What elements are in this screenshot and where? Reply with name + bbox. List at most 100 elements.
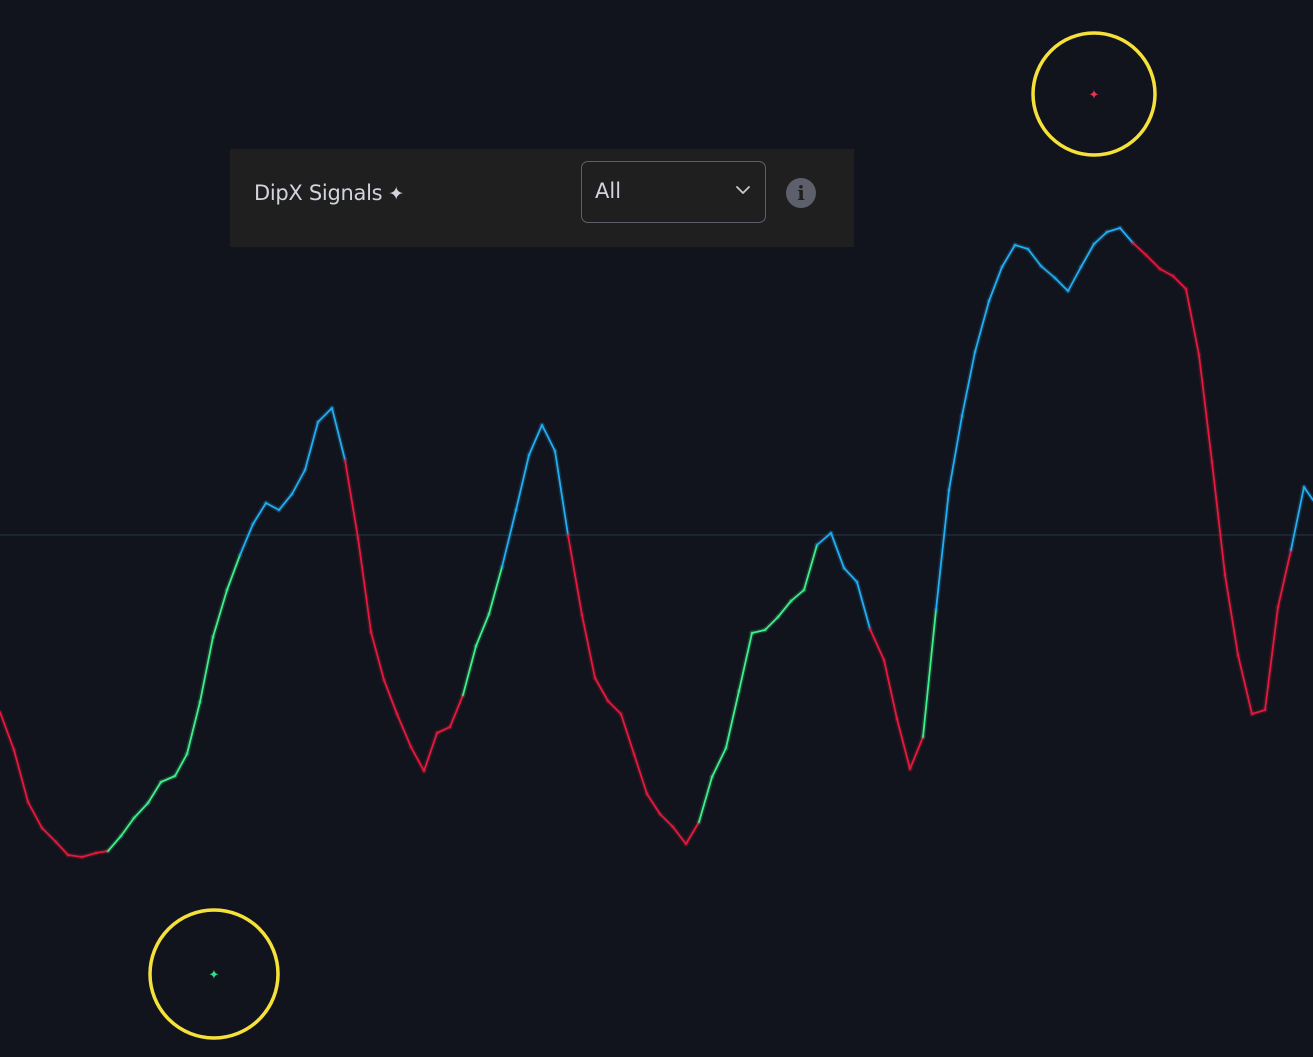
oscillator-segment	[1054, 277, 1069, 292]
oscillator-segment	[777, 600, 792, 618]
oscillator-segment	[607, 700, 622, 715]
oscillator-segment	[698, 776, 713, 823]
oscillator-segment	[107, 835, 122, 852]
oscillator-segment	[528, 424, 543, 456]
oscillator-segment	[974, 300, 990, 353]
oscillator-segment	[646, 793, 661, 815]
oscillator-segment	[1172, 275, 1187, 290]
oscillator-segment	[147, 781, 162, 804]
oscillator-segment	[1185, 288, 1200, 356]
oscillator-segment	[725, 690, 740, 749]
oscillator-segment	[1145, 254, 1161, 270]
oscillator-segment	[501, 509, 517, 568]
oscillator-segment	[357, 537, 372, 633]
oscillator-segment	[790, 589, 805, 602]
oscillator-segment	[278, 493, 293, 511]
oscillator-segment	[370, 631, 385, 681]
info-glyph: i	[797, 181, 805, 205]
oscillator-segment	[1027, 248, 1042, 267]
oscillator-segment	[13, 749, 29, 803]
oscillator-segment	[896, 718, 911, 770]
oscillator-segment	[988, 266, 1003, 302]
oscillator-segment	[1224, 574, 1239, 656]
oscillator-segment	[1277, 549, 1292, 608]
oscillator-segment	[41, 827, 57, 843]
oscillator-segment	[830, 532, 845, 569]
oscillator-segment	[304, 421, 319, 471]
oscillator-segment	[1237, 654, 1253, 715]
signals-filter-dropdown[interactable]: All	[581, 161, 766, 223]
oscillator-segment	[672, 826, 687, 845]
oscillator-segment	[199, 636, 214, 703]
indicator-label: DipX Signals ✦	[254, 181, 404, 205]
oscillator-segment	[922, 609, 937, 738]
oscillator-segment	[291, 469, 306, 495]
oscillator-segment	[449, 694, 464, 728]
oscillator-segment	[1001, 244, 1016, 268]
oscillator-segment	[554, 450, 569, 536]
oscillator-segment	[174, 753, 188, 777]
oscillator-segment	[633, 753, 648, 795]
buy-signal-icon: ✦	[209, 968, 220, 983]
oscillator-segment	[55, 841, 69, 856]
oscillator-segment	[344, 459, 359, 539]
oscillator-segment	[581, 614, 596, 679]
oscillator-segment	[948, 415, 963, 491]
oscillator-segment	[212, 589, 228, 638]
oscillator-segment	[396, 713, 412, 748]
oscillator-segment	[685, 821, 700, 845]
oscillator-segment	[252, 502, 267, 525]
oscillator-segment	[1067, 266, 1082, 292]
oscillator-segment	[1264, 606, 1279, 711]
oscillator-segment	[186, 701, 201, 755]
oscillator-segment	[869, 628, 885, 661]
oscillator-segment	[843, 567, 858, 583]
oscillator-segment	[1093, 231, 1108, 245]
oscillator-segment	[226, 554, 241, 591]
oscillator-segment	[475, 613, 490, 647]
oscillator-segment	[961, 351, 976, 417]
oscillator-segment	[1040, 265, 1056, 279]
oscillator-segment	[120, 817, 135, 837]
oscillator-line	[0, 225, 1313, 860]
oscillator-segment	[1119, 227, 1134, 244]
oscillator-segment	[620, 713, 635, 755]
chart-window: ✦ ✦ DipX Signals ✦ All i	[0, 0, 1313, 1057]
oscillator-segment	[239, 523, 254, 556]
oscillator-segment	[1132, 242, 1147, 256]
oscillator-segment	[594, 677, 609, 702]
oscillator-segment	[659, 813, 674, 828]
oscillator-segment	[1080, 243, 1095, 268]
oscillator-segment	[317, 407, 333, 423]
oscillator-segment	[331, 407, 346, 461]
oscillator-segment	[856, 581, 871, 630]
oscillator-segment	[462, 645, 477, 696]
oscillator-segment	[883, 659, 898, 720]
indicator-name: DipX Signals	[254, 181, 383, 205]
oscillator-segment	[0, 711, 15, 751]
sparkle-icon: ✦	[388, 183, 404, 205]
oscillator-segment	[764, 616, 779, 631]
oscillator-segment	[488, 566, 503, 615]
oscillator-segment	[567, 534, 583, 616]
oscillator-segment	[1211, 461, 1226, 576]
oscillator-segment	[133, 802, 149, 819]
oscillator-segment	[803, 544, 818, 591]
oscillator-segment	[423, 732, 438, 772]
indicator-settings-panel: DipX Signals ✦ All i	[230, 149, 854, 247]
oscillator-segment	[515, 454, 530, 511]
oscillator-segment	[738, 632, 753, 692]
oscillator-segment	[383, 679, 398, 715]
oscillator-segment	[935, 489, 950, 611]
oscillator-segment	[1303, 486, 1313, 501]
oscillator-segment	[541, 424, 556, 452]
oscillator-segment	[909, 736, 924, 770]
chevron-down-icon	[736, 186, 750, 194]
oscillator-segment	[1198, 354, 1213, 463]
oscillator-segment	[711, 747, 727, 778]
sell-signal-icon: ✦	[1089, 88, 1100, 103]
oscillator-segment	[410, 746, 425, 772]
info-icon[interactable]: i	[786, 178, 816, 208]
dropdown-selected-value: All	[595, 179, 622, 203]
oscillator-segment	[27, 801, 43, 829]
